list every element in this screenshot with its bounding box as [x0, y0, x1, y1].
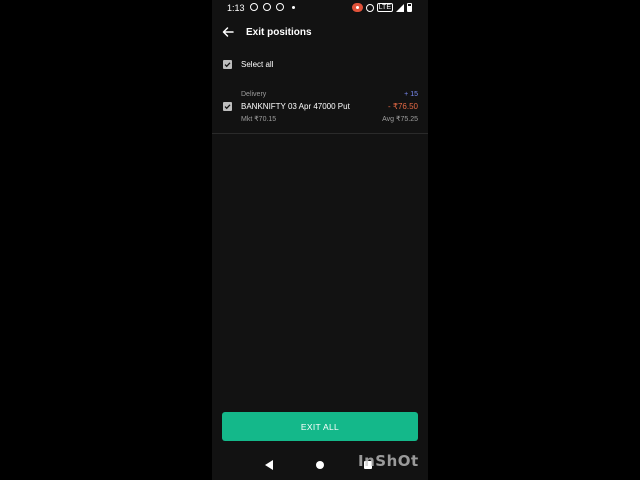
exit-all-button[interactable]: EXIT ALL	[222, 412, 418, 441]
position-checkbox[interactable]	[223, 102, 232, 111]
status-time: 1:13	[227, 3, 245, 13]
page-title: Exit positions	[246, 27, 312, 38]
inshot-watermark: InShOt	[358, 452, 419, 470]
market-price-label: Mkt ₹70.15	[241, 116, 277, 123]
dot-icon	[292, 5, 295, 9]
select-all-checkbox[interactable]	[223, 60, 232, 69]
nav-home-icon[interactable]	[316, 461, 324, 469]
battery-icon	[407, 3, 412, 12]
header: Exit positions	[212, 22, 428, 42]
position-row[interactable]: Delivery + 15 BANKNIFTY 03 Apr 47000 Put…	[212, 86, 428, 130]
gear-icon	[250, 3, 258, 11]
phone-screen: 1:13 LTE Exit positions Select all Deliv…	[212, 0, 428, 480]
select-all-label: Select all	[241, 60, 274, 69]
status-bar: 1:13 LTE	[212, 0, 428, 16]
select-all-row[interactable]: Select all	[212, 56, 428, 72]
nav-back-icon[interactable]	[265, 460, 273, 470]
arrow-left-icon[interactable]	[221, 25, 235, 39]
status-left-icons	[250, 3, 295, 11]
average-price-label: Avg ₹75.25	[382, 116, 418, 123]
divider	[212, 133, 428, 134]
headset-icon	[276, 3, 284, 11]
record-icon	[351, 3, 363, 12]
network-icon: LTE	[376, 3, 393, 12]
instrument-label: BANKNIFTY 03 Apr 47000 Put	[241, 102, 350, 111]
status-right-icons: LTE	[351, 3, 412, 12]
chat-icon	[263, 3, 271, 11]
hotspot-icon	[365, 3, 374, 12]
quantity-label: + 15	[404, 91, 418, 98]
product-type-label: Delivery	[241, 91, 267, 98]
signal-icon	[396, 3, 404, 12]
pnl-label: - ₹76.50	[388, 102, 418, 111]
